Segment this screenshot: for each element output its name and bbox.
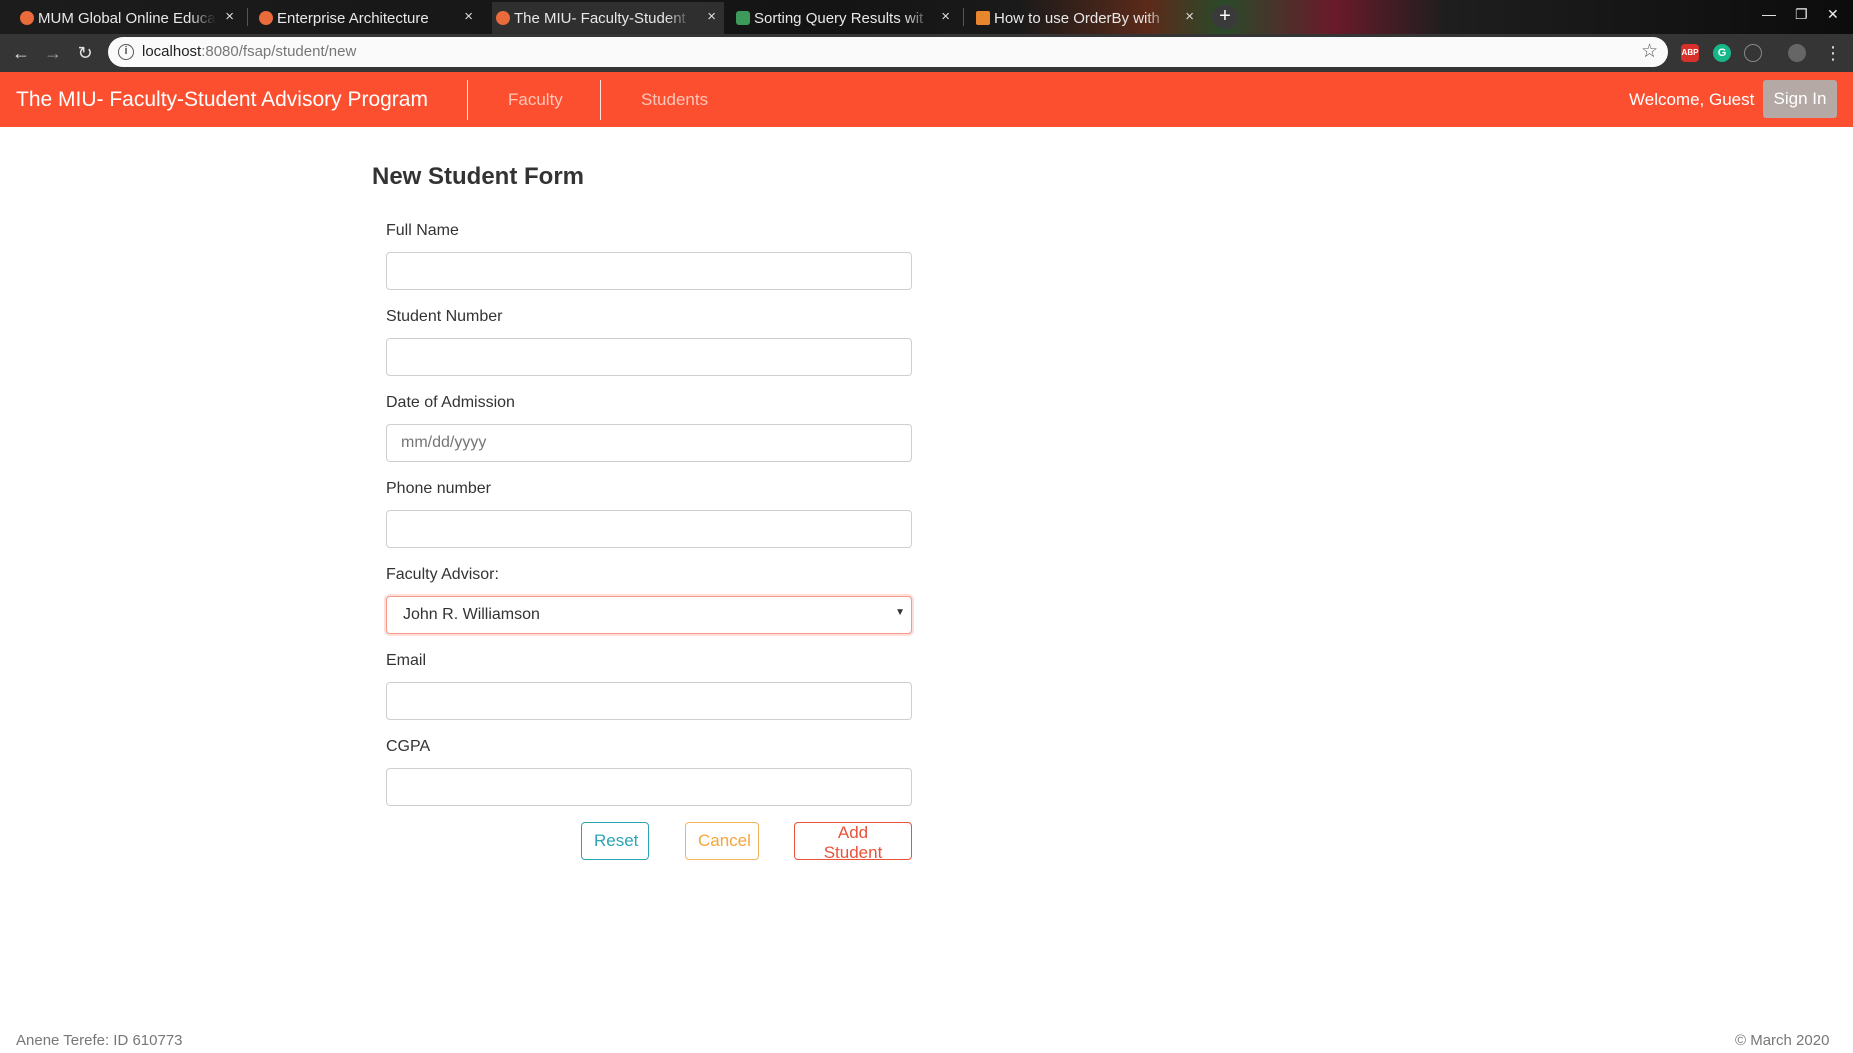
address-bar[interactable]: i localhost:8080/fsap/student/new ☆ [108,37,1668,67]
tab-title: Sorting Query Results wit [754,9,924,27]
email-label: Email [386,652,427,669]
full-name-label: Full Name [386,222,459,239]
url-host: localhost [142,43,202,60]
back-arrow-icon[interactable]: ← [10,42,32,64]
browser-tab-active[interactable]: The MIU- Faculty-Student × [492,2,724,34]
footer-author: Anene Terefe: ID 610773 [16,1032,183,1049]
student-number-input[interactable] [386,338,912,376]
nav-divider [600,80,601,120]
browser-tab[interactable]: MUM Global Online Educa × [16,2,242,34]
cancel-button[interactable]: Cancel [685,822,759,860]
reload-icon[interactable]: ↻ [74,42,96,64]
browser-tab-strip: MUM Global Online Educa × Enterprise Arc… [0,0,1853,34]
globe-icon [259,11,273,25]
admission-date-label: Date of Admission [386,394,515,411]
tab-title: MUM Global Online Educa [38,9,216,27]
browser-tab[interactable]: Enterprise Architecture × [255,2,481,34]
cgpa-label: CGPA [386,738,431,755]
phone-label: Phone number [386,480,491,497]
info-icon[interactable]: i [118,44,134,60]
nav-divider [467,80,468,120]
dropdown-arrow-icon: ▼ [895,607,905,618]
menu-kebab-icon[interactable]: ⋮ [1822,42,1844,64]
faculty-advisor-select[interactable]: John R. Williamson ▼ [386,596,912,634]
add-student-button[interactable]: Add Student [794,822,912,862]
brand-title[interactable]: The MIU- Faculty-Student Advisory Progra… [16,88,428,112]
adblock-icon[interactable]: ABP [1681,44,1699,62]
url-path: :8080/fsap/student/new [201,43,357,60]
sign-in-button[interactable]: Sign In [1763,80,1837,118]
tab-title: Enterprise Architecture [277,9,429,27]
cgpa-input[interactable] [386,768,912,806]
reset-button[interactable]: Reset [581,822,649,860]
tab-separator [247,8,248,26]
faculty-advisor-label: Faculty Advisor: [386,566,499,583]
leaf-icon [736,11,750,25]
minimize-icon[interactable]: — [1762,6,1776,22]
form-title: New Student Form [372,163,585,190]
app-navbar: The MIU- Faculty-Student Advisory Progra… [0,72,1853,127]
email-input[interactable] [386,682,912,720]
forward-arrow-icon[interactable]: → [42,42,64,64]
maximize-icon[interactable]: ❐ [1795,6,1808,23]
welcome-text: Welcome, Guest [1629,90,1755,109]
close-window-icon[interactable]: ✕ [1827,6,1839,23]
tab-title: How to use OrderBy with [994,9,1160,27]
close-icon[interactable]: × [225,8,234,25]
footer-copyright: © March 2020 [1735,1032,1830,1049]
close-icon[interactable]: × [464,8,473,25]
bookmark-star-icon[interactable]: ☆ [1641,40,1658,63]
close-icon[interactable]: × [941,8,950,25]
new-tab-button[interactable]: + [1212,5,1238,29]
extension-icon[interactable] [1744,44,1762,62]
nav-link-faculty[interactable]: Faculty [508,90,563,110]
admission-date-input[interactable] [386,424,912,462]
tab-title: The MIU- Faculty-Student [514,9,686,27]
tab-separator [963,8,964,26]
profile-avatar-icon[interactable] [1788,44,1806,62]
grammarly-icon[interactable]: G [1713,44,1731,62]
globe-icon [496,11,510,25]
browser-tab[interactable]: Sorting Query Results wit × [732,2,958,34]
student-number-label: Student Number [386,308,503,325]
nav-link-students[interactable]: Students [641,90,708,110]
url-text[interactable]: localhost:8080/fsap/student/new [142,43,356,60]
browser-tab[interactable]: How to use OrderBy with × [972,2,1202,34]
full-name-input[interactable] [386,252,912,290]
faculty-advisor-selected: John R. Williamson [403,606,540,623]
close-icon[interactable]: × [1185,8,1194,25]
stackoverflow-icon [976,11,990,25]
globe-icon [20,11,34,25]
browser-toolbar: ← → ↻ i localhost:8080/fsap/student/new … [0,34,1853,72]
phone-input[interactable] [386,510,912,548]
close-icon[interactable]: × [707,8,716,25]
